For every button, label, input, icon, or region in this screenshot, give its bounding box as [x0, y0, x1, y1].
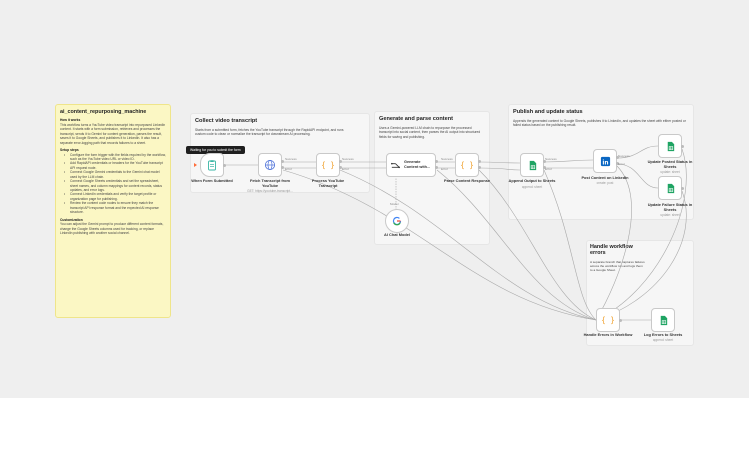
node-update-failure[interactable]	[658, 176, 682, 200]
edge-label-success: Success	[545, 157, 557, 161]
edge-process-errors	[339, 169, 597, 321]
globe-icon	[265, 160, 275, 170]
node-parse-label: Parse Content Response	[443, 178, 491, 183]
edge-label-success: Success	[285, 157, 297, 161]
node-handle-errors[interactable]: { }	[596, 308, 620, 332]
node-posted-sub: update: sheet	[660, 170, 680, 174]
node-failure-sub: update: sheet	[660, 213, 680, 217]
edge-parse-append	[478, 161, 521, 164]
sheets-icon	[667, 183, 674, 193]
output-handle[interactable]	[478, 160, 481, 163]
node-fetch-sub: GET: https://youtube-transcript...	[247, 189, 293, 193]
node-ai-chat-model[interactable]	[385, 209, 409, 233]
node-posted-label: Update Posted Status in Sheets	[647, 159, 693, 169]
edge-parse-errors	[478, 169, 597, 321]
node-chain-subtitle: Content with...	[404, 165, 431, 169]
node-form-label: When Form Submitted	[191, 178, 233, 183]
node-parse-response[interactable]: { }	[455, 153, 479, 177]
svg-text:{ }: { }	[461, 161, 473, 170]
node-process-label: Process YouTube Transcript	[311, 178, 345, 188]
node-append-sub: append: sheet	[521, 185, 543, 189]
output-handle[interactable]	[478, 166, 481, 169]
node-linkedin-post[interactable]: in	[593, 149, 617, 173]
edge-label-success: Success	[618, 154, 630, 158]
linkedin-icon: in	[600, 156, 610, 166]
output-handle[interactable]	[223, 164, 226, 167]
node-generate-chain[interactable]: Generate Content with...	[386, 153, 436, 177]
edge-linkedin-errors	[595, 165, 632, 321]
edge-parse-error	[478, 167, 521, 171]
braces-icon: { }	[461, 161, 473, 170]
output-handle[interactable]	[281, 166, 284, 169]
node-update-posted[interactable]	[658, 134, 682, 158]
node-failure-label: Update Failure Status in Sheets	[647, 202, 693, 212]
edge-label-error: Error	[545, 167, 552, 171]
trigger-arrow-icon	[194, 163, 197, 167]
node-log-errors[interactable]	[651, 308, 675, 332]
node-errors-label: Handle Errors in Workflow	[583, 332, 633, 337]
node-append-sheets[interactable]	[520, 153, 544, 177]
sheets-icon	[660, 315, 667, 325]
edge-label-model: Model	[390, 202, 399, 206]
node-fetch-label: Fetch Transcript from YouTube	[250, 178, 290, 188]
output-handle[interactable]	[681, 145, 684, 148]
output-handle[interactable]	[435, 160, 438, 163]
edge-fetch-errors	[282, 169, 597, 321]
node-linkedin-sub: create: post	[596, 181, 614, 185]
edge-label-error: Error	[285, 167, 292, 171]
node-append-label: Append Output to Sheets	[508, 178, 556, 183]
edge-label-success: Success	[441, 157, 453, 161]
clipboard-icon	[208, 160, 216, 171]
braces-icon: { }	[322, 161, 334, 170]
gemini-g-icon	[392, 216, 402, 226]
svg-text:{ }: { }	[322, 161, 334, 170]
braces-icon: { }	[602, 316, 614, 325]
link-chain-icon	[391, 162, 400, 168]
page-background-bottom	[0, 398, 749, 450]
svg-text:{ }: { }	[602, 316, 614, 325]
node-model-label: AI Chat Model	[384, 232, 410, 237]
node-fetch-transcript[interactable]	[258, 153, 282, 177]
node-log-sub: append: sheet	[652, 338, 674, 342]
workflow-canvas[interactable]: ai_content_repurposing_machine How it wo…	[0, 0, 749, 398]
output-handle[interactable]	[435, 166, 438, 169]
sheets-icon	[667, 141, 674, 151]
output-handle[interactable]	[681, 187, 684, 190]
output-handle[interactable]	[281, 160, 284, 163]
node-process-transcript[interactable]: { }	[316, 153, 340, 177]
svg-text:in: in	[602, 160, 608, 166]
node-form-trigger[interactable]	[200, 153, 224, 177]
edge-label-error: Error	[342, 167, 349, 171]
output-handle[interactable]	[619, 319, 622, 322]
edge-label-error: Error	[441, 167, 448, 171]
edge-label-error: Error	[618, 162, 625, 166]
edge-append-errors	[543, 169, 597, 321]
edge-label-success: Success	[342, 157, 354, 161]
sheets-icon	[529, 160, 536, 170]
